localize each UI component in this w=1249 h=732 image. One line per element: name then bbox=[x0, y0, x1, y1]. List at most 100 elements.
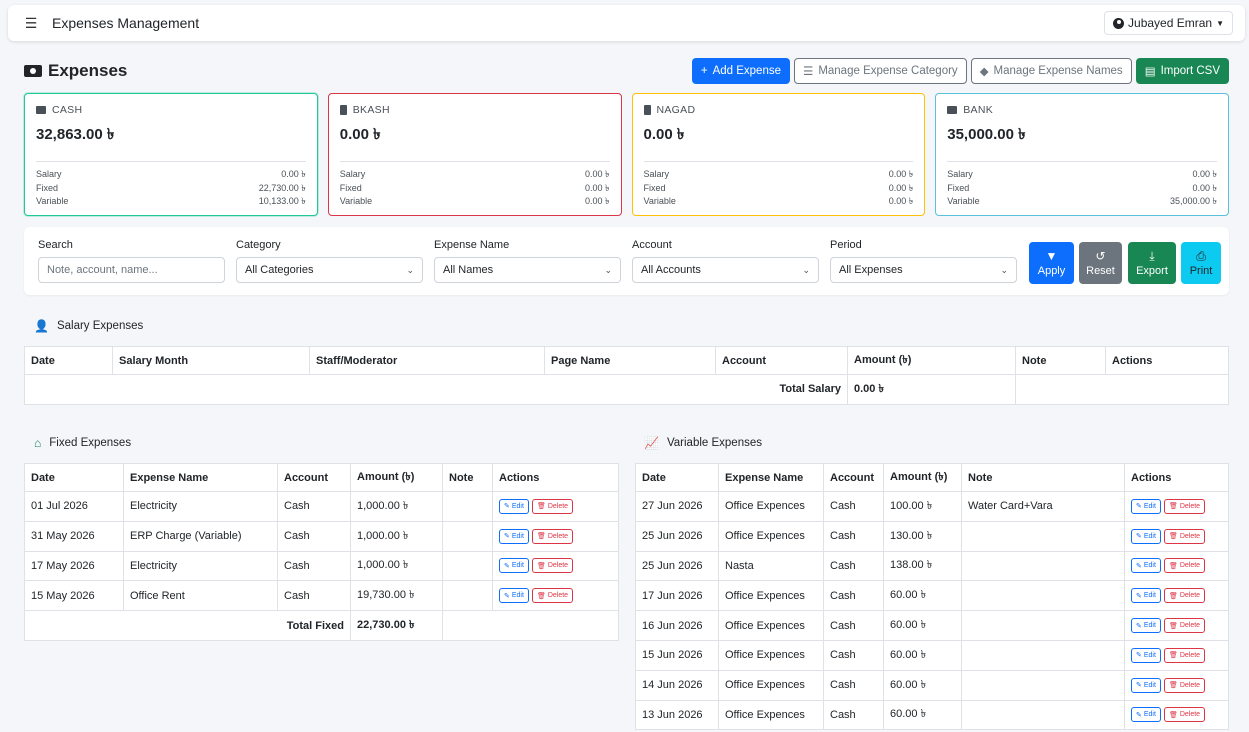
manage-names-button[interactable]: ◆ Manage Expense Names bbox=[970, 58, 1132, 84]
file-import-icon: ▤ bbox=[1144, 66, 1156, 78]
cell-note bbox=[961, 669, 1125, 701]
period-select[interactable]: All Expenses ⌄ bbox=[830, 257, 1017, 283]
card-fixed-value: 0.00 ৳ bbox=[888, 182, 914, 193]
apply-button[interactable]: ▼ Apply bbox=[1029, 242, 1074, 284]
cell-note bbox=[442, 550, 493, 582]
card-fixed-value: 0.00 ৳ bbox=[585, 182, 610, 193]
manage-category-button[interactable]: ☰ Manage Expense Category bbox=[794, 58, 967, 84]
account-card-nagad: NAGAD 0.00 ৳ Salary 0.00 ৳ Fixed 0.00 ৳ Va… bbox=[631, 93, 926, 216]
variable-col-name: Expense Name bbox=[718, 463, 824, 492]
edit-button[interactable]: ✎ Edit bbox=[1131, 558, 1161, 574]
table-row: 13 Jun 2026 Office Expences Cash 60.00 ৳… bbox=[635, 699, 1229, 731]
export-button[interactable]: ⤓ Export bbox=[1128, 242, 1176, 284]
delete-button[interactable]: 🗑 Delete bbox=[1163, 707, 1206, 723]
reset-button[interactable]: ↺ Reset bbox=[1079, 242, 1122, 284]
card-salary-value: 0.00 ৳ bbox=[888, 169, 914, 179]
edit-icon: ✎ bbox=[504, 503, 510, 511]
card-amount: 0.00 ৳ bbox=[643, 126, 685, 143]
edit-label: Edit bbox=[1143, 502, 1156, 510]
delete-button[interactable]: 🗑 Delete bbox=[531, 588, 574, 604]
cell-name: Office Expences bbox=[718, 610, 824, 641]
money-icon bbox=[36, 106, 46, 114]
salary-col-account: Account bbox=[715, 346, 848, 375]
delete-button[interactable]: 🗑 Delete bbox=[1163, 647, 1206, 663]
delete-button[interactable]: 🗑 Delete bbox=[531, 558, 574, 574]
fixed-col-name: Expense Name bbox=[123, 463, 278, 492]
import-csv-button[interactable]: ▤ Import CSV bbox=[1135, 58, 1229, 84]
trash-icon: 🗑 bbox=[1168, 533, 1178, 541]
delete-label: Delete bbox=[547, 562, 569, 570]
card-variable-value: 10,133.00 ৳ bbox=[258, 196, 306, 206]
edit-button[interactable]: ✎ Edit bbox=[1131, 528, 1161, 544]
search-input[interactable]: Note, account, name... bbox=[38, 257, 225, 283]
edit-button[interactable]: ✎ Edit bbox=[1131, 618, 1161, 634]
salary-total-value: 0.00 ৳ bbox=[847, 374, 1016, 405]
fixed-col-date: Date bbox=[24, 463, 124, 492]
edit-button[interactable]: ✎ Edit bbox=[499, 588, 529, 604]
variable-col-amount: Amount (৳) bbox=[883, 463, 962, 492]
delete-button[interactable]: 🗑 Delete bbox=[1163, 558, 1206, 574]
variable-col-date: Date bbox=[635, 463, 719, 492]
edit-button[interactable]: ✎ Edit bbox=[1131, 677, 1161, 693]
edit-label: Edit bbox=[511, 502, 524, 510]
edit-button[interactable]: ✎ Edit bbox=[1131, 707, 1161, 723]
card-row-label: Fixed bbox=[643, 182, 666, 193]
edit-button[interactable]: ✎ Edit bbox=[1131, 588, 1161, 604]
cell-account: Cash bbox=[823, 669, 884, 701]
cell-date: 15 May 2026 bbox=[24, 580, 124, 612]
card-row-label: Salary bbox=[947, 169, 973, 179]
edit-label: Edit bbox=[1143, 681, 1156, 689]
edit-button[interactable]: ✎ Edit bbox=[499, 528, 529, 544]
user-menu-button[interactable]: Jubayed Emran ▼ bbox=[1104, 11, 1233, 35]
delete-label: Delete bbox=[547, 532, 569, 540]
card-amount: 0.00 ৳ bbox=[339, 126, 381, 143]
edit-icon: ✎ bbox=[1136, 711, 1142, 719]
account-select[interactable]: All Accounts ⌄ bbox=[632, 257, 819, 283]
expense-name-select[interactable]: All Names ⌄ bbox=[434, 257, 621, 283]
print-button[interactable]: ⎙ Print bbox=[1181, 242, 1221, 284]
table-row: 27 Jun 2026 Office Expences Cash 100.00 … bbox=[635, 491, 1229, 522]
delete-button[interactable]: 🗑 Delete bbox=[1163, 677, 1206, 693]
card-row-label: Variable bbox=[643, 196, 676, 206]
edit-button[interactable]: ✎ Edit bbox=[499, 498, 529, 514]
caret-down-icon: ▼ bbox=[1216, 18, 1224, 28]
card-label: BANK bbox=[963, 104, 994, 116]
card-fixed-value: 22,730.00 ৳ bbox=[258, 182, 306, 193]
search-label: Search bbox=[38, 239, 73, 251]
cell-note bbox=[961, 610, 1125, 641]
delete-button[interactable]: 🗑 Delete bbox=[1163, 618, 1206, 634]
cell-date: 13 Jun 2026 bbox=[635, 699, 719, 731]
cell-name: Office Expences bbox=[718, 699, 824, 731]
card-variable-value: 0.00 ৳ bbox=[585, 196, 610, 206]
delete-button[interactable]: 🗑 Delete bbox=[531, 528, 574, 544]
fixed-col-account: Account bbox=[277, 463, 351, 492]
delete-button[interactable]: 🗑 Delete bbox=[1163, 498, 1206, 514]
card-row-label: Variable bbox=[36, 196, 69, 206]
variable-table: Date Expense Name Account Amount (৳) Not… bbox=[635, 463, 1229, 731]
edit-label: Edit bbox=[1143, 592, 1156, 600]
account-label: Account bbox=[632, 239, 672, 251]
cell-amount: 19,730.00 ৳ bbox=[350, 580, 443, 612]
add-expense-button[interactable]: + Add Expense bbox=[691, 58, 790, 84]
trash-icon: 🗑 bbox=[536, 592, 546, 600]
cell-name: Office Expences bbox=[718, 669, 824, 701]
add-expense-label: Add Expense bbox=[712, 65, 781, 77]
cell-account: Cash bbox=[823, 491, 884, 522]
account-card-bkash: BKASH 0.00 ৳ Salary 0.00 ৳ Fixed 0.00 ৳ Va… bbox=[327, 93, 622, 216]
fixed-total-label: Total Fixed bbox=[24, 610, 351, 641]
cell-account: Cash bbox=[277, 491, 351, 522]
cell-name: Office Expences bbox=[718, 580, 824, 612]
menu-icon[interactable]: ☰ bbox=[20, 12, 42, 34]
edit-button[interactable]: ✎ Edit bbox=[499, 558, 529, 574]
table-row: 01 Jul 2026 Electricity Cash 1,000.00 ৳ … bbox=[24, 491, 619, 522]
delete-button[interactable]: 🗑 Delete bbox=[1163, 528, 1206, 544]
edit-button[interactable]: ✎ Edit bbox=[1131, 498, 1161, 514]
edit-icon: ✎ bbox=[1136, 652, 1142, 660]
edit-button[interactable]: ✎ Edit bbox=[1131, 647, 1161, 663]
salary-col-note: Note bbox=[1015, 346, 1106, 375]
delete-button[interactable]: 🗑 Delete bbox=[1163, 588, 1206, 604]
cell-date: 25 Jun 2026 bbox=[635, 520, 719, 552]
category-select[interactable]: All Categories ⌄ bbox=[236, 257, 423, 283]
account-card-cash: CASH 32,863.00 ৳ Salary 0.00 ৳ Fixed 22,73… bbox=[24, 93, 318, 216]
delete-button[interactable]: 🗑 Delete bbox=[531, 498, 574, 514]
